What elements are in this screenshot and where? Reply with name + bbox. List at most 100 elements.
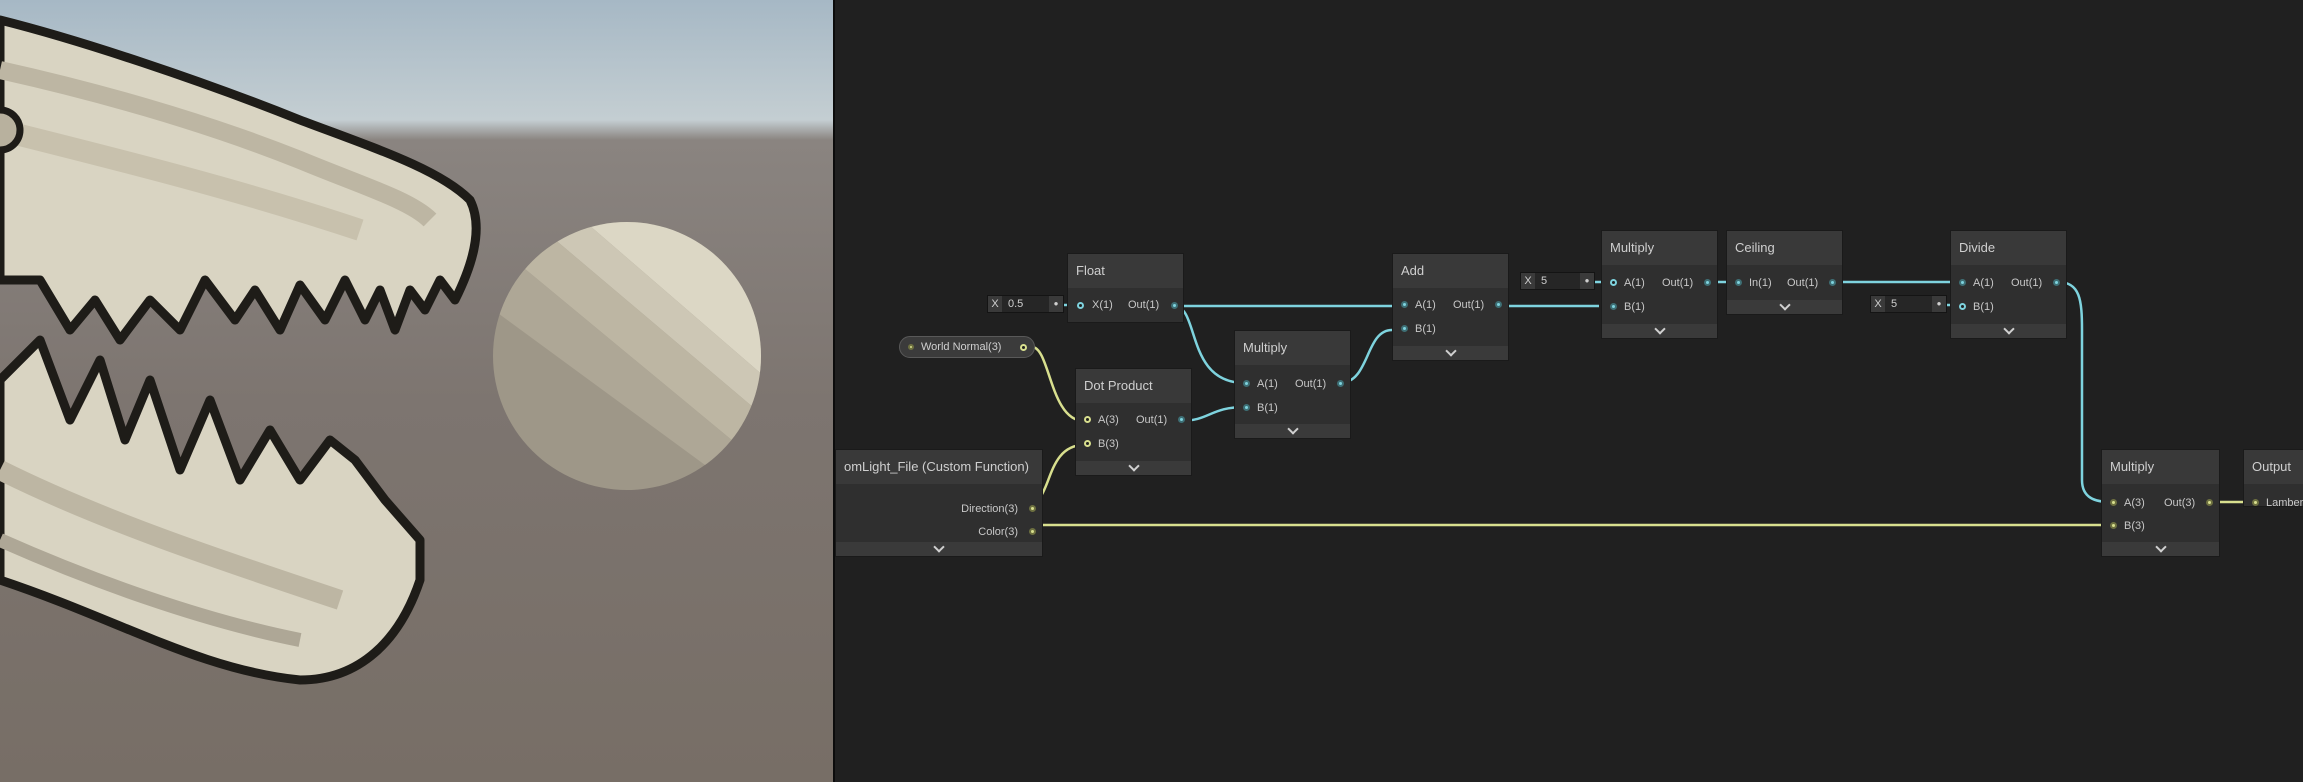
scene-render — [0, 15, 761, 685]
port-label: Color(3) — [978, 526, 1018, 538]
port-label: In(1) — [1749, 277, 1772, 289]
output-port[interactable] — [1829, 279, 1836, 286]
port-label: A(3) — [2124, 497, 2145, 509]
port-label: A(1) — [1415, 299, 1436, 311]
add-node[interactable]: Add A(1) B(1) Out(1) — [1392, 253, 1509, 361]
field-value: 5 — [1891, 298, 1898, 310]
field-knob[interactable]: ● — [1932, 296, 1946, 312]
chevron-down-icon — [1444, 345, 1457, 357]
chevron-down-icon — [1286, 423, 1299, 435]
skull-model — [0, 15, 481, 685]
field-label: X — [988, 296, 1002, 312]
input-port[interactable] — [1401, 325, 1408, 332]
input-port[interactable] — [1084, 416, 1091, 423]
node-title: Output — [2244, 450, 2303, 484]
node-expand[interactable] — [2102, 541, 2219, 556]
chevron-down-icon — [1778, 299, 1791, 311]
port-label: A(3) — [1098, 414, 1119, 426]
port-label: Out(1) — [1136, 414, 1168, 426]
output-node[interactable]: Output Lamber — [2243, 449, 2303, 509]
node-title: Ceiling — [1727, 231, 1842, 265]
shader-graph-canvas[interactable]: X 0.5 ● Float X(1) Out(1) World Normal(3… — [835, 0, 2303, 782]
chevron-down-icon — [1127, 460, 1140, 472]
float-x-field[interactable]: X 0.5 ● — [987, 295, 1064, 313]
output-port[interactable] — [1029, 505, 1036, 512]
node-title: Multiply — [1602, 231, 1717, 265]
node-title: Multiply — [1235, 331, 1350, 365]
field-value: 5 — [1541, 275, 1548, 287]
input-port[interactable] — [1959, 303, 1966, 310]
output-port[interactable] — [2053, 279, 2060, 286]
port-label: Out(1) — [1295, 378, 1327, 390]
node-expand[interactable] — [1951, 323, 2066, 338]
input-port[interactable] — [1959, 279, 1966, 286]
port-label: Out(1) — [1662, 277, 1694, 289]
node-title: omLight_File (Custom Function) — [836, 450, 1042, 484]
input-port[interactable] — [2110, 499, 2117, 506]
multiply-node-3[interactable]: Multiply A(3) B(3) Out(3) — [2101, 449, 2220, 557]
port-label: Direction(3) — [961, 503, 1018, 515]
output-port[interactable] — [1495, 301, 1502, 308]
divide-node[interactable]: Divide A(1) B(1) Out(1) — [1950, 230, 2067, 339]
node-title: Float — [1068, 254, 1183, 288]
field-value: 0.5 — [1008, 298, 1024, 310]
chevron-down-icon — [933, 541, 945, 553]
port-label: B(1) — [1973, 301, 1994, 313]
input-port[interactable] — [1401, 301, 1408, 308]
input-port[interactable] — [1610, 303, 1617, 310]
port-label: X(1) — [1092, 299, 1113, 311]
field-label: X — [1871, 296, 1885, 312]
node-expand[interactable] — [836, 541, 1042, 556]
input-port[interactable] — [1243, 404, 1250, 411]
multiply-node-2[interactable]: Multiply A(1) B(1) Out(1) — [1601, 230, 1718, 339]
input-port[interactable] — [1610, 279, 1617, 286]
node-expand[interactable] — [1235, 423, 1350, 438]
port-label: Out(1) — [1453, 299, 1485, 311]
multiply-node[interactable]: Multiply A(1) B(1) Out(1) — [1234, 330, 1351, 439]
input-port[interactable] — [1084, 440, 1091, 447]
property-icon — [908, 344, 914, 350]
output-port[interactable] — [2206, 499, 2213, 506]
scene-viewport[interactable] — [0, 0, 833, 782]
field-label: X — [1521, 273, 1535, 289]
port-label: A(1) — [1257, 378, 1278, 390]
custom-function-node[interactable]: omLight_File (Custom Function) Direction… — [835, 449, 1043, 557]
field-knob[interactable]: ● — [1049, 296, 1063, 312]
node-expand[interactable] — [1602, 323, 1717, 338]
port-label: B(1) — [1257, 402, 1278, 414]
node-title: Add — [1393, 254, 1508, 288]
port-label: B(1) — [1624, 301, 1645, 313]
multiply-x-field[interactable]: X 5 ● — [1520, 272, 1595, 290]
chevron-down-icon — [2002, 323, 2015, 335]
port-label: Lamber — [2266, 497, 2303, 509]
dot-product-node[interactable]: Dot Product A(3) B(3) Out(1) — [1075, 368, 1192, 476]
port-label: Out(3) — [2164, 497, 2196, 509]
node-expand[interactable] — [1393, 345, 1508, 360]
output-port[interactable] — [1704, 279, 1711, 286]
input-port[interactable] — [1735, 279, 1742, 286]
output-port[interactable] — [1337, 380, 1344, 387]
port-label: B(3) — [2124, 520, 2145, 532]
input-port[interactable] — [2252, 499, 2259, 506]
port-label: Out(1) — [1128, 299, 1160, 311]
ceiling-node[interactable]: Ceiling In(1) Out(1) — [1726, 230, 1843, 315]
input-port[interactable] — [1243, 380, 1250, 387]
chevron-down-icon — [1653, 323, 1666, 335]
port-label: B(1) — [1415, 323, 1436, 335]
port-label: A(1) — [1624, 277, 1645, 289]
field-knob[interactable]: ● — [1580, 273, 1594, 289]
input-port[interactable] — [1077, 302, 1084, 309]
property-label: World Normal(3) — [921, 341, 1002, 353]
input-port[interactable] — [2110, 522, 2117, 529]
output-port[interactable] — [1171, 302, 1178, 309]
divide-x-field[interactable]: X 5 ● — [1870, 295, 1947, 313]
node-expand[interactable] — [1727, 299, 1842, 314]
output-port[interactable] — [1178, 416, 1185, 423]
float-node[interactable]: Float X(1) Out(1) — [1067, 253, 1184, 323]
node-expand[interactable] — [1076, 460, 1191, 475]
world-normal-property[interactable]: World Normal(3) — [899, 336, 1035, 358]
node-title: Dot Product — [1076, 369, 1191, 403]
output-port[interactable] — [1020, 344, 1027, 351]
port-label: Out(1) — [1787, 277, 1819, 289]
output-port[interactable] — [1029, 528, 1036, 535]
